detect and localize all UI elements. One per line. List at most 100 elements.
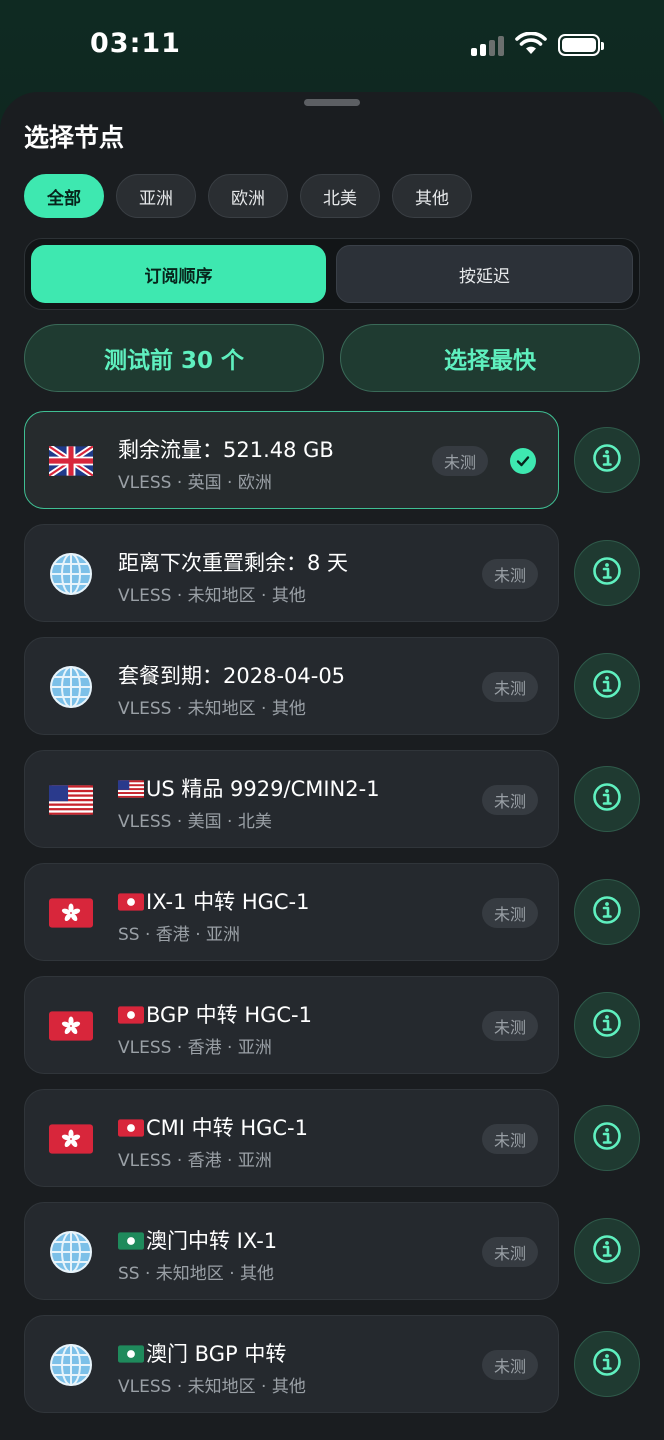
info-icon [592, 556, 622, 590]
node-row: 套餐到期：2028-04-05 VLESS · 未知地区 · 其他 未测 [24, 637, 640, 735]
filter-chip-other[interactable]: 其他 [392, 174, 472, 218]
info-icon [592, 443, 622, 477]
node-meta: VLESS · 未知地区 · 其他 [118, 699, 306, 719]
info-icon [592, 1347, 622, 1381]
node-list: 剩余流量：521.48 GB VLESS · 英国 · 欧洲 未测 距离下次重置… [24, 411, 640, 1428]
filter-chip-asia[interactable]: 亚洲 [116, 174, 196, 218]
node-row: US 精品 9929/CMIN2-1 VLESS · 美国 · 北美 未测 [24, 750, 640, 848]
node-info-button[interactable] [574, 1105, 640, 1171]
globe-icon [49, 666, 93, 708]
wifi-icon [515, 32, 547, 54]
node-card[interactable]: BGP 中转 HGC-1 VLESS · 香港 · 亚洲 未测 [24, 976, 559, 1074]
node-info-button[interactable] [574, 653, 640, 719]
node-info-button[interactable] [574, 427, 640, 493]
filter-chip-all[interactable]: 全部 [24, 174, 104, 218]
us-flag-icon [49, 780, 93, 820]
node-meta: VLESS · 未知地区 · 其他 [118, 1377, 306, 1397]
info-icon [592, 1234, 622, 1268]
hk-flag-icon [118, 1003, 146, 1027]
node-name: 澳门 BGP 中转 [118, 1338, 286, 1368]
info-icon [592, 782, 622, 816]
status-time: 03:11 [90, 28, 181, 59]
latency-status-badge: 未测 [482, 785, 538, 815]
mo-flag-icon [118, 1229, 146, 1253]
info-icon [592, 1121, 622, 1155]
us-flag-icon [118, 777, 146, 801]
latency-status-badge: 未测 [482, 1350, 538, 1380]
node-card[interactable]: 澳门中转 IX-1 SS · 未知地区 · 其他 未测 [24, 1202, 559, 1300]
sheet-grabber[interactable] [304, 99, 360, 106]
node-picker-sheet: 选择节点 全部 亚洲 欧洲 北美 其他 订阅顺序 按延迟 测试前 30 个 选择… [0, 92, 664, 1440]
node-card[interactable]: 距离下次重置剩余：8 天 VLESS · 未知地区 · 其他 未测 [24, 524, 559, 622]
node-info-button[interactable] [574, 1218, 640, 1284]
filter-chip-europe[interactable]: 欧洲 [208, 174, 288, 218]
node-meta: VLESS · 香港 · 亚洲 [118, 1038, 272, 1058]
hk-flag-icon [118, 1116, 146, 1140]
node-card[interactable]: CMI 中转 HGC-1 VLESS · 香港 · 亚洲 未测 [24, 1089, 559, 1187]
node-name-text: 澳门中转 IX-1 [146, 1229, 278, 1253]
node-card[interactable]: 套餐到期：2028-04-05 VLESS · 未知地区 · 其他 未测 [24, 637, 559, 735]
node-card[interactable]: IX-1 中转 HGC-1 SS · 香港 · 亚洲 未测 [24, 863, 559, 961]
node-name: IX-1 中转 HGC-1 [118, 886, 310, 916]
select-fastest-button[interactable]: 选择最快 [340, 324, 640, 392]
node-info-button[interactable] [574, 879, 640, 945]
globe-icon [49, 1231, 93, 1273]
node-name-text: BGP 中转 HGC-1 [146, 1003, 312, 1027]
node-name: 剩余流量：521.48 GB [118, 434, 334, 464]
node-name: BGP 中转 HGC-1 [118, 999, 312, 1029]
node-info-button[interactable] [574, 766, 640, 832]
sort-by-latency-button[interactable]: 按延迟 [336, 245, 633, 303]
cellular-signal-icon [471, 34, 507, 56]
node-name-text: US 精品 9929/CMIN2-1 [146, 777, 380, 801]
node-meta: SS · 香港 · 亚洲 [118, 925, 241, 945]
hk-flag-icon [49, 1006, 93, 1046]
node-card[interactable]: US 精品 9929/CMIN2-1 VLESS · 美国 · 北美 未测 [24, 750, 559, 848]
node-meta: VLESS · 美国 · 北美 [118, 812, 272, 832]
globe-icon [49, 1344, 93, 1386]
info-icon [592, 895, 622, 929]
action-buttons: 测试前 30 个 选择最快 [24, 324, 640, 392]
latency-status-badge: 未测 [482, 1237, 538, 1267]
node-name: 距离下次重置剩余：8 天 [118, 547, 348, 577]
node-name: CMI 中转 HGC-1 [118, 1112, 308, 1142]
node-name-text: 套餐到期：2028-04-05 [118, 664, 346, 688]
node-name: 澳门中转 IX-1 [118, 1225, 277, 1255]
latency-status-badge: 未测 [482, 559, 538, 589]
region-filter: 全部 亚洲 欧洲 北美 其他 [24, 174, 484, 220]
node-row: CMI 中转 HGC-1 VLESS · 香港 · 亚洲 未测 [24, 1089, 640, 1187]
latency-status-badge: 未测 [482, 1011, 538, 1041]
globe-icon [49, 553, 93, 595]
node-name-text: 剩余流量：521.48 GB [118, 438, 334, 462]
battery-icon [558, 34, 604, 56]
test-top-30-button[interactable]: 测试前 30 个 [24, 324, 324, 392]
sheet-title: 选择节点 [24, 123, 125, 152]
node-meta: SS · 未知地区 · 其他 [118, 1264, 275, 1284]
hk-flag-icon [49, 893, 93, 933]
sort-by-subscription-button[interactable]: 订阅顺序 [31, 245, 326, 303]
info-icon [592, 669, 622, 703]
node-meta: VLESS · 未知地区 · 其他 [118, 586, 306, 606]
node-row: 澳门中转 IX-1 SS · 未知地区 · 其他 未测 [24, 1202, 640, 1300]
latency-status-badge: 未测 [482, 672, 538, 702]
node-info-button[interactable] [574, 1331, 640, 1397]
status-bar: 03:11 [0, 0, 664, 90]
node-name-text: IX-1 中转 HGC-1 [146, 890, 310, 914]
node-meta: VLESS · 香港 · 亚洲 [118, 1151, 272, 1171]
filter-chip-north-america[interactable]: 北美 [300, 174, 380, 218]
node-name: 套餐到期：2028-04-05 [118, 660, 345, 690]
node-row: IX-1 中转 HGC-1 SS · 香港 · 亚洲 未测 [24, 863, 640, 961]
info-icon [592, 1008, 622, 1042]
latency-status-badge: 未测 [432, 446, 488, 476]
node-row: BGP 中转 HGC-1 VLESS · 香港 · 亚洲 未测 [24, 976, 640, 1074]
uk-flag-icon [49, 441, 93, 481]
node-card[interactable]: 剩余流量：521.48 GB VLESS · 英国 · 欧洲 未测 [24, 411, 559, 509]
node-row: 剩余流量：521.48 GB VLESS · 英国 · 欧洲 未测 [24, 411, 640, 509]
node-row: 澳门 BGP 中转 VLESS · 未知地区 · 其他 未测 [24, 1315, 640, 1413]
node-card[interactable]: 澳门 BGP 中转 VLESS · 未知地区 · 其他 未测 [24, 1315, 559, 1413]
latency-status-badge: 未测 [482, 1124, 538, 1154]
node-name-text: CMI 中转 HGC-1 [146, 1116, 308, 1140]
node-info-button[interactable] [574, 540, 640, 606]
node-info-button[interactable] [574, 992, 640, 1058]
checkmark-icon [510, 448, 536, 474]
hk-flag-icon [118, 890, 146, 914]
